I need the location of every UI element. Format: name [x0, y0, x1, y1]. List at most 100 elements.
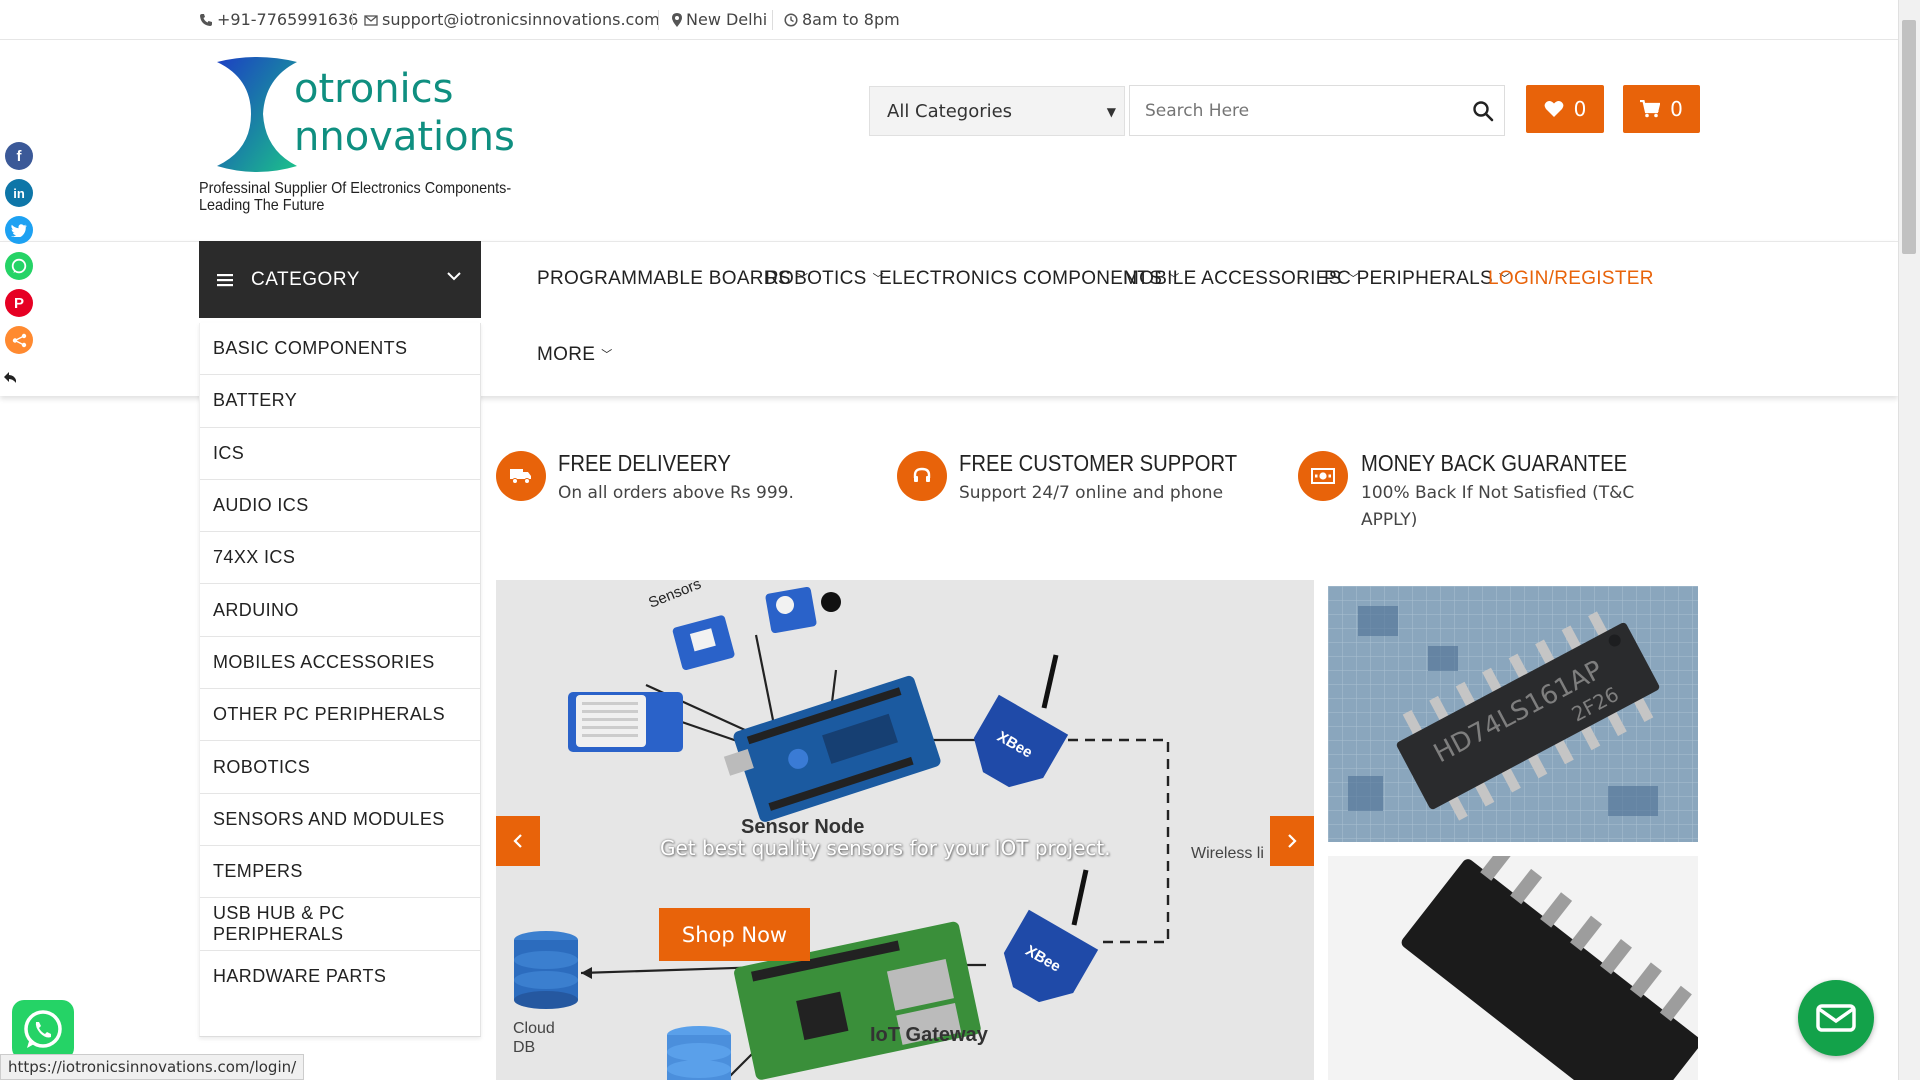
nav-label: PC PERIPHERALS: [1324, 268, 1493, 289]
feature-title: FREE CUSTOMER SUPPORT: [959, 450, 1238, 476]
gateway-label: IoT Gateway: [870, 1024, 989, 1046]
feature-title: MONEY BACK GUARANTEE: [1361, 450, 1628, 476]
category-list: BASIC COMPONENTS BATTERY ICS AUDIO ICS 7…: [199, 323, 481, 1037]
category-item[interactable]: ARDUINO: [200, 584, 480, 637]
cloud-label-2: DB: [513, 1039, 535, 1056]
slider-next-button[interactable]: [1270, 816, 1314, 866]
chevron-down-icon: ﹀: [601, 349, 613, 361]
sensor-node-label: Sensor Node: [741, 816, 864, 838]
whatsapp-chat-button[interactable]: [12, 1000, 74, 1060]
ic-chip-image[interactable]: HD74LS161AP 2F26: [1328, 586, 1698, 842]
hamburger-icon: [217, 273, 233, 286]
feature-title: FREE DELIVEERY: [558, 450, 731, 476]
headset-icon: [897, 451, 947, 501]
divider: [772, 10, 773, 30]
wishlist-button[interactable]: 0: [1526, 85, 1604, 133]
map-pin-icon: [672, 12, 682, 27]
nav-login-register[interactable]: LOGIN/REGISTER: [1488, 268, 1654, 290]
divider: [658, 10, 659, 30]
location-text: New Delhi: [686, 10, 768, 29]
hours-info: 8am to 8pm: [784, 10, 900, 29]
twitter-share-icon[interactable]: [5, 216, 33, 244]
category-select[interactable]: All Categories ▼: [869, 86, 1125, 136]
category-item[interactable]: TEMPERS: [200, 846, 480, 899]
cart-count: 0: [1670, 97, 1683, 121]
contact-mail-button[interactable]: [1798, 980, 1874, 1056]
share-more-icon[interactable]: [5, 326, 33, 354]
pinterest-share-icon[interactable]: P: [5, 289, 33, 317]
chevron-left-icon: [513, 834, 522, 848]
hero-banner[interactable]: Sensors Sensor Node XBee IoT Gateway XBe…: [496, 580, 1314, 1080]
top-info-bar: +91-7765991636 support@iotronicsinnovati…: [0, 0, 1898, 40]
sensors-label: Sensors: [646, 580, 703, 612]
category-item[interactable]: OTHER PC PERIPHERALS: [200, 689, 480, 742]
nav-label: MOBILE ACCESSORIES: [1123, 268, 1342, 289]
cart-button[interactable]: 0: [1623, 85, 1700, 133]
category-item[interactable]: BATTERY: [200, 375, 480, 428]
location-info: New Delhi: [672, 10, 767, 29]
whatsapp-share-icon[interactable]: [5, 252, 33, 280]
mail-icon: [1816, 1004, 1856, 1032]
category-item[interactable]: AUDIO ICS: [200, 480, 480, 533]
ic-chip-photo: HD74LS161AP 2F26: [1328, 586, 1698, 842]
nav-label: LOGIN/REGISTER: [1488, 268, 1654, 289]
scrollbar-thumb[interactable]: [1902, 20, 1916, 254]
site-logo[interactable]: otronics nnovations Professinal Supplier…: [199, 56, 559, 226]
shop-now-button[interactable]: Shop Now: [659, 908, 810, 961]
chevron-down-icon: [447, 272, 461, 281]
chevron-right-icon: [1288, 834, 1297, 848]
nav-more[interactable]: MORE ﹀: [537, 344, 613, 366]
slider-prev-button[interactable]: [496, 816, 540, 866]
truck-icon: [496, 451, 546, 501]
dropdown-caret-icon: ▼: [1106, 105, 1116, 119]
category-item[interactable]: ICS: [200, 428, 480, 480]
category-item[interactable]: ROBOTICS: [200, 741, 480, 794]
category-item[interactable]: BASIC COMPONENTS: [200, 323, 480, 376]
feature-subtitle: 100% Back If Not Satisfied (T&C APPLY): [1361, 483, 1635, 530]
nav-label: ELECTRONICS COMPONENTS: [879, 268, 1163, 289]
nav-label: MORE: [537, 344, 596, 365]
cart-icon: [1640, 100, 1661, 118]
category-item[interactable]: 74XX ICS: [200, 532, 480, 585]
whatsapp-icon: [24, 1010, 62, 1048]
facebook-share-icon[interactable]: f: [5, 142, 33, 170]
category-select-value: All Categories: [887, 100, 1013, 122]
category-menu-button[interactable]: CATEGORY: [199, 241, 481, 318]
phone-contact[interactable]: +91-7765991636: [199, 10, 358, 29]
email-contact[interactable]: support@iotronicsinnovations.com: [364, 10, 660, 29]
nav-label: PROGRAMMABLE BOARDS: [537, 268, 791, 289]
status-bar-url: https://iotronicsinnovations.com/login/: [0, 1054, 305, 1080]
logo-text-line2: nnovations: [294, 114, 515, 160]
search-icon[interactable]: [1472, 100, 1494, 122]
wireless-label: Wireless li: [1191, 845, 1264, 862]
category-item[interactable]: SENSORS AND MODULES: [200, 794, 480, 846]
banner-subtitle: Get best quality sensors for your IOT pr…: [660, 836, 1111, 860]
linkedin-share-icon[interactable]: in: [5, 179, 33, 207]
feature-subtitle: On all orders above Rs 999.: [558, 483, 794, 503]
hours-text: 8am to 8pm: [802, 10, 900, 29]
hide-share-bar-icon[interactable]: [3, 371, 17, 385]
phone-text: +91-7765991636: [217, 10, 359, 29]
cloud-label-1: Cloud: [513, 1020, 555, 1037]
clock-icon: [784, 12, 798, 27]
nav-pc-peripherals[interactable]: PC PERIPHERALS ﹀: [1324, 268, 1510, 290]
category-item[interactable]: HARDWARE PARTS: [200, 951, 480, 1003]
dip-chip-image[interactable]: [1328, 856, 1698, 1080]
divider: [352, 10, 353, 30]
nav-robotics[interactable]: ROBOTICS ﹀: [765, 268, 884, 290]
iot-diagram-image: Sensors Sensor Node XBee IoT Gateway XBe…: [513, 580, 1264, 1080]
tagline-line2: Leading The Future: [199, 197, 325, 214]
feature-subtitle: Support 24/7 online and phone: [959, 483, 1224, 503]
email-text: support@iotronicsinnovations.com: [382, 10, 660, 29]
heart-icon: [1544, 101, 1564, 117]
envelope-icon: [364, 14, 378, 26]
category-item[interactable]: USB HUB & PC PERIPHERALS: [200, 898, 480, 951]
category-menu-label: CATEGORY: [251, 268, 360, 290]
category-item[interactable]: MOBILES ACCESSORIES: [200, 637, 480, 690]
phone-icon: [200, 13, 212, 26]
search-field[interactable]: [1129, 85, 1505, 136]
nav-label: ROBOTICS: [765, 268, 867, 289]
wishlist-count: 0: [1573, 97, 1587, 121]
search-input[interactable]: [1143, 99, 1443, 122]
logo-text-line1: otronics: [294, 66, 454, 112]
